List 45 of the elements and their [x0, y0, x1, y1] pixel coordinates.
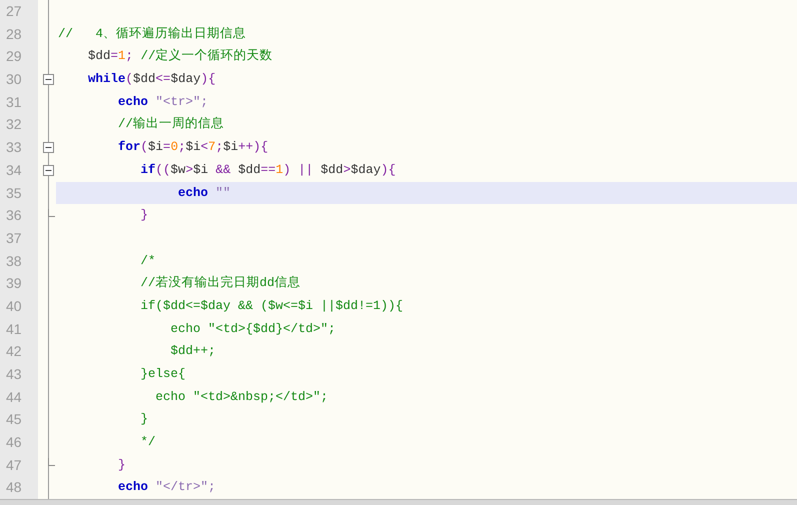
code-line: } — [140, 208, 148, 222]
code-line: } — [117, 458, 126, 472]
code-line: echo "<tr>"; — [117, 94, 208, 109]
line-number: 47 — [0, 454, 38, 476]
line-number: 45 — [0, 408, 38, 432]
line-number: 48 — [0, 476, 38, 500]
line-number: 44 — [0, 386, 38, 408]
code-line: if($dd<=$day && ($w<=$i ||$dd!=1)){ — [140, 298, 404, 313]
code-line: /* — [140, 254, 156, 268]
line-number: 46 — [0, 431, 38, 454]
code-line: echo "<td>{$dd}</td>"; — [170, 322, 336, 336]
code-line: $dd++; — [170, 344, 216, 358]
line-number: 39 — [0, 272, 38, 295]
line-number: 37 — [0, 226, 38, 250]
line-number: 33 — [0, 136, 38, 159]
line-number: 30 — [0, 68, 38, 91]
line-number: 42 — [0, 340, 38, 363]
code-line: } — [140, 412, 148, 426]
code-line: while($dd<=$day){ — [87, 72, 216, 86]
line-number: 41 — [0, 318, 38, 340]
code-line: //若没有输出完日期dd信息 — [140, 276, 301, 290]
line-number: 35 — [0, 182, 38, 204]
code-line: $dd=1; //定义一个循环的天数 — [87, 49, 273, 64]
line-number: 36 — [0, 204, 38, 227]
line-number: 40 — [0, 294, 38, 318]
code-line: if(($w>$i && $dd==1) || $dd>$day){ — [140, 162, 396, 177]
code-line: echo "</tr>"; — [117, 480, 216, 494]
code-line: //输出一周的信息 — [117, 117, 224, 132]
code-line: */ — [140, 435, 156, 450]
line-number: 28 — [0, 22, 38, 46]
collapse-icon[interactable] — [43, 74, 54, 85]
code-line: for($i=0;$i<7;$i++){ — [117, 140, 268, 154]
code-line: echo "<td>&nbsp;</td>"; — [154, 390, 328, 404]
line-number: 34 — [0, 158, 38, 182]
code-line: echo "" — [177, 186, 231, 200]
code-line: // 4、循环遍历输出日期信息 — [58, 26, 246, 41]
collapse-icon[interactable] — [43, 142, 54, 153]
line-number: 31 — [0, 90, 38, 114]
line-number: 29 — [0, 45, 38, 68]
line-number: 38 — [0, 250, 38, 272]
line-number: 27 — [0, 0, 38, 23]
collapse-icon[interactable] — [43, 164, 54, 176]
line-number: 43 — [0, 363, 38, 386]
line-number: 32 — [0, 113, 38, 136]
code-line: }else{ — [140, 367, 186, 381]
